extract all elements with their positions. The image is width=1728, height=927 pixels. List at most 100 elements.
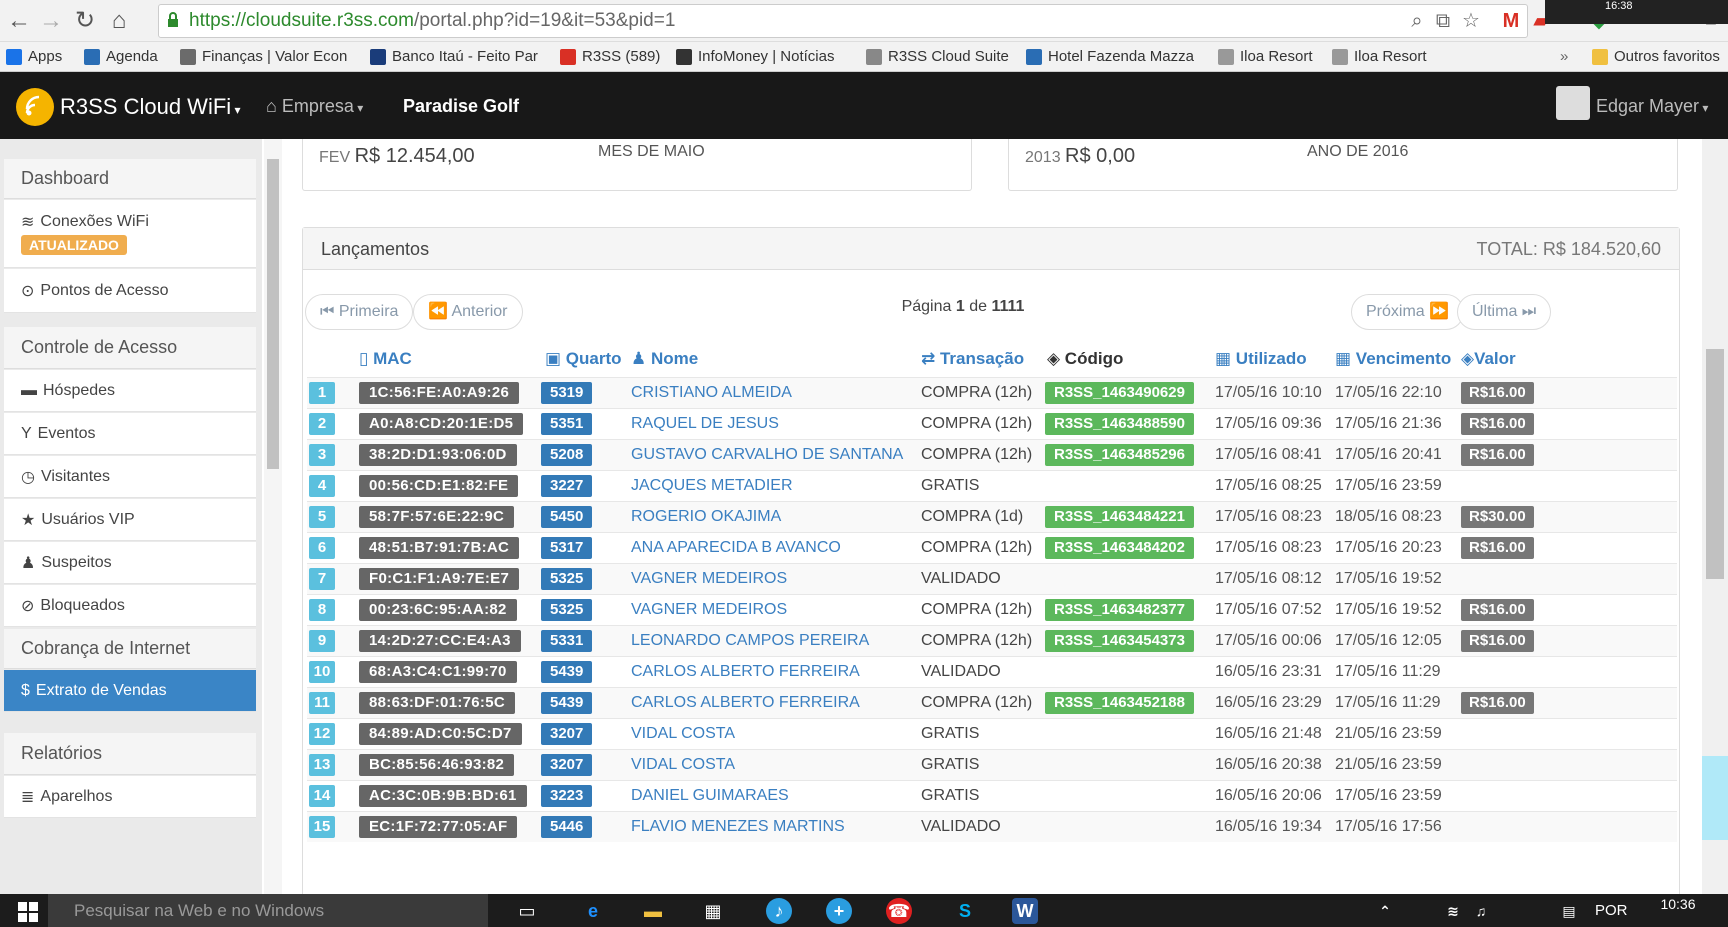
- guest-name-link[interactable]: CARLOS ALBERTO FERREIRA: [631, 663, 860, 680]
- bookmark-outros[interactable]: Outros favoritos: [1592, 48, 1720, 65]
- sidebar-section-relatorios[interactable]: Relatórios: [4, 733, 256, 775]
- skype-icon[interactable]: S: [952, 898, 978, 924]
- bookmark-agenda[interactable]: Agenda: [84, 48, 158, 65]
- store-icon[interactable]: ▦: [700, 898, 726, 924]
- chevron-up-icon[interactable]: ⌃: [1372, 898, 1398, 924]
- bookmark-infomoney[interactable]: InfoMoney | Notícias: [676, 48, 834, 65]
- sidebar-item-pontos[interactable]: ⊙ Pontos de Acesso: [4, 269, 256, 313]
- table-row[interactable]: 14 AC:3C:0B:9B:BD:61 3223 DANIEL GUIMARAES G…: [307, 780, 1677, 811]
- taskbar-search-input[interactable]: Pesquisar na Web e no Windows: [48, 894, 488, 927]
- guest-name-link[interactable]: FLAVIO MENEZES MARTINS: [631, 818, 845, 835]
- col-valor[interactable]: ◈Valor: [1461, 342, 1516, 376]
- avatar[interactable]: [1556, 86, 1590, 120]
- empresa-dropdown[interactable]: ⌂ Empresa ▾: [266, 96, 363, 117]
- table-row[interactable]: 9 14:2D:27:CC:E4:A3 5331 LEONARDO CAMPOS PE…: [307, 625, 1677, 656]
- first-page-button[interactable]: ⏮ Primeira: [305, 294, 414, 330]
- table-row[interactable]: 6 48:51:B7:91:7B:AC 5317 ANA APARECIDA B AV…: [307, 532, 1677, 563]
- guest-name-link[interactable]: JACQUES METADIER: [631, 477, 793, 494]
- sidebar-item-aparelhos[interactable]: ≣ Aparelhos: [4, 776, 256, 818]
- word-icon[interactable]: W: [1012, 898, 1038, 924]
- guest-name-link[interactable]: LEONARDO CAMPOS PEREIRA: [631, 632, 869, 649]
- sidebar-scroll-thumb[interactable]: [267, 159, 279, 469]
- windows-start-icon[interactable]: [18, 902, 38, 922]
- guest-name-link[interactable]: VAGNER MEDEIROS: [631, 601, 787, 618]
- guest-name-link[interactable]: VIDAL COSTA: [631, 756, 735, 773]
- table-row[interactable]: 15 EC:1F:72:77:05:AF 5446 FLAVIO MENEZES MA…: [307, 811, 1677, 842]
- col-codigo[interactable]: ◈ Código: [1047, 342, 1123, 376]
- sidebar-item-conexoes[interactable]: ≋ Conexões WiFi ATUALIZADO: [4, 200, 256, 268]
- sidebar-item-visitantes[interactable]: ◷ Visitantes: [4, 456, 256, 498]
- sidebar-item-bloqueados[interactable]: ⊘ Bloqueados: [4, 585, 256, 627]
- prev-page-button[interactable]: ⏪ Anterior: [413, 294, 523, 330]
- guest-name-link[interactable]: CRISTIANO ALMEIDA: [631, 384, 792, 401]
- col-nome[interactable]: ♟ Nome: [631, 342, 698, 376]
- guest-name-link[interactable]: CARLOS ALBERTO FERREIRA: [631, 694, 860, 711]
- sidebar-item-hospedes[interactable]: ▬ Hóspedes: [4, 370, 256, 412]
- sidebar-section-cobranca[interactable]: Cobrança de Internet: [4, 629, 256, 669]
- url-input[interactable]: https://cloudsuite.r3ss.com/portal.php?i…: [158, 4, 1528, 38]
- sidebar-item-vip[interactable]: ★ Usuários VIP: [4, 499, 256, 541]
- bookmark-iloa-1[interactable]: Iloa Resort: [1218, 48, 1313, 65]
- zoom-icon[interactable]: ⌕: [1406, 10, 1428, 32]
- star-icon[interactable]: ☆: [1460, 10, 1482, 32]
- notifications-icon[interactable]: ▤: [1556, 898, 1582, 924]
- sidebar-item-extrato[interactable]: $ Extrato de Vendas: [4, 670, 256, 712]
- table-row[interactable]: 8 00:23:6C:95:AA:82 5325 VAGNER MEDEIROS COM…: [307, 594, 1677, 625]
- plus-icon[interactable]: +: [826, 898, 852, 924]
- volume-icon[interactable]: ♫: [1468, 898, 1494, 924]
- table-row[interactable]: 12 84:89:AD:C0:5C:D7 3207 VIDAL COSTA GRATIS…: [307, 718, 1677, 749]
- location-link[interactable]: Paradise Golf: [403, 96, 519, 117]
- wifi-icon[interactable]: ≋: [1440, 898, 1466, 924]
- bookmark-itau[interactable]: Banco Itaú - Feito Par: [370, 48, 538, 65]
- col-utilizado[interactable]: ▦ Utilizado: [1215, 342, 1307, 376]
- table-row[interactable]: 10 68:A3:C4:C1:99:70 5439 CARLOS ALBERTO FE…: [307, 656, 1677, 687]
- sidebar-item-suspeitos[interactable]: ♟ Suspeitos: [4, 542, 256, 584]
- guest-name-link[interactable]: GUSTAVO CARVALHO DE SANTANA: [631, 446, 903, 463]
- col-vencimento[interactable]: ▦ Vencimento: [1335, 342, 1451, 376]
- table-row[interactable]: 2 A0:A8:CD:20:1E:D5 5351 RAQUEL DE JESUS COM…: [307, 408, 1677, 439]
- explorer-icon[interactable]: ▬: [640, 898, 666, 924]
- edge-icon[interactable]: e: [580, 898, 606, 924]
- bookmark-iloa-2[interactable]: Iloa Resort: [1332, 48, 1427, 65]
- table-row[interactable]: 7 F0:C1:F1:A9:7E:E7 5325 VAGNER MEDEIROS VAL…: [307, 563, 1677, 594]
- table-row[interactable]: 11 88:63:DF:01:76:5C 5439 CARLOS ALBERTO FE…: [307, 687, 1677, 718]
- table-row[interactable]: 4 00:56:CD:E1:82:FE 3227 JACQUES METADIER GR…: [307, 470, 1677, 501]
- sidebar-section-controle[interactable]: Controle de Acesso: [4, 327, 256, 369]
- bookmark-r3ss-cloud[interactable]: R3SS Cloud Suite: [866, 48, 1009, 65]
- sidebar-item-eventos[interactable]: Y Eventos: [4, 413, 256, 455]
- forward-icon[interactable]: →: [38, 8, 64, 34]
- sidebar-section-dashboard[interactable]: Dashboard: [4, 159, 256, 199]
- guest-name-link[interactable]: VIDAL COSTA: [631, 725, 735, 742]
- col-transacao[interactable]: ⇄ Transação: [921, 342, 1024, 376]
- table-row[interactable]: 5 58:7F:57:6E:22:9C 5450 ROGERIO OKAJIMA COM…: [307, 501, 1677, 532]
- brand-dropdown[interactable]: R3SS Cloud WiFi ▾: [60, 94, 241, 120]
- clock[interactable]: 10:36: [1638, 896, 1718, 912]
- mic-icon[interactable]: ♪: [766, 898, 792, 924]
- last-page-button[interactable]: Última ⏭: [1457, 294, 1552, 330]
- col-mac[interactable]: ▯ MAC: [359, 342, 412, 376]
- home-icon[interactable]: ⌂: [106, 8, 132, 34]
- table-row[interactable]: 3 38:2D:D1:93:06:0D 5208 GUSTAVO CARVALHO D…: [307, 439, 1677, 470]
- table-row[interactable]: 13 BC:85:56:46:93:82 3207 VIDAL COSTA GRATIS…: [307, 749, 1677, 780]
- hangup-icon[interactable]: ☎: [886, 898, 912, 924]
- page-scroll-thumb[interactable]: [1706, 349, 1724, 579]
- guest-name-link[interactable]: VAGNER MEDEIROS: [631, 570, 787, 587]
- guest-name-link[interactable]: DANIEL GUIMARAES: [631, 787, 789, 804]
- back-icon[interactable]: ←: [6, 8, 32, 34]
- translate-icon[interactable]: ⧉: [1432, 10, 1454, 32]
- bookmark-apps[interactable]: Apps: [6, 48, 62, 65]
- guest-name-link[interactable]: RAQUEL DE JESUS: [631, 415, 779, 432]
- bookmark-r3ss-mail[interactable]: R3SS (589): [560, 48, 660, 65]
- bookmark-hotel-fazenda[interactable]: Hotel Fazenda Mazza: [1026, 48, 1194, 65]
- bookmark-valor[interactable]: Finanças | Valor Econ: [180, 48, 347, 65]
- gmail-icon[interactable]: M: [1500, 10, 1522, 32]
- sidebar-scrollbar[interactable]: [264, 139, 282, 894]
- user-dropdown[interactable]: Edgar Mayer ▾: [1596, 96, 1708, 117]
- col-quarto[interactable]: ▣ Quarto: [545, 342, 622, 376]
- guest-name-link[interactable]: ROGERIO OKAJIMA: [631, 508, 781, 525]
- next-page-button[interactable]: Próxima ⏩: [1351, 294, 1465, 330]
- language-indicator[interactable]: POR: [1595, 902, 1628, 919]
- more-bookmarks-icon[interactable]: »: [1560, 48, 1568, 65]
- task-view-icon[interactable]: ▭: [514, 898, 540, 924]
- guest-name-link[interactable]: ANA APARECIDA B AVANCO: [631, 539, 841, 556]
